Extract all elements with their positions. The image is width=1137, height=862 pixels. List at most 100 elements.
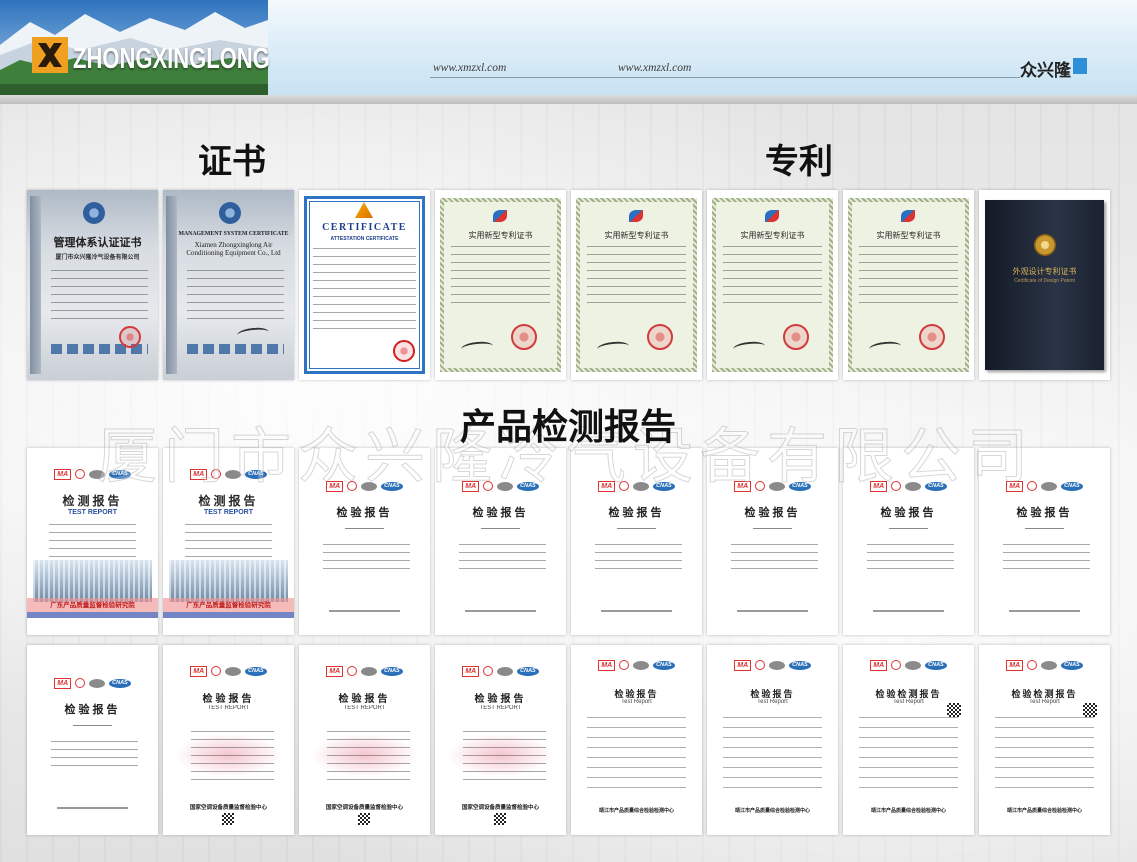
ilac-oval-icon [361,666,378,676]
certificate-row: 管理体系认证证书 厦门市众兴隆冷气设备有限公司 MANAGEMENT SYSTEM … [27,190,1110,380]
red-seal-icon [783,324,809,350]
report-test-card: MA CNAS 检验报告 TEST REPORT 国家空调设备质量监督检验中心 [163,645,294,835]
red-seal-icon [919,324,945,350]
card-title: 外观设计专利证书 [1012,267,1077,276]
card-org: 广东产品质量监督检验研究院 [27,598,158,618]
certification-ring-icon [619,660,630,670]
header-divider [430,77,1020,78]
report-number-line [345,528,384,529]
report-number-line [617,528,656,529]
section-title-certificates: 证书 [198,142,266,182]
website-url: www.xmzxl.com [433,62,507,74]
card-org: 靖江市产品质量综合检验检测中心 [734,808,810,814]
card-title: 检验报告 [608,506,665,519]
report-number-line [753,528,792,529]
report-jj-card: MA CNAS 检验报告 Test Report 靖江市产品质量综合检验检测中心 [571,645,702,835]
card-org: 国家空调设备质量监督检验中心 [461,805,539,811]
card-org: 靖江市产品质量综合检验检测中心 [598,808,674,814]
section-title-test-reports: 产品检测报告 [460,406,677,448]
red-seal-icon [647,324,673,350]
cnas-mark: CNAS [109,678,131,688]
card-title: 实用新型专利证书 [604,231,669,240]
cnas-mark: CNAS [381,666,403,676]
ma-mark: MA [734,659,752,671]
accreditation-logo-strip [187,344,284,354]
ma-mark: MA [190,665,208,677]
card-title: 检验报告 [472,506,529,519]
card-title: CERTIFICATE [322,222,407,233]
card-subtitle: Test Report [1029,699,1060,705]
text-lines [451,246,550,310]
footer-line [601,610,672,612]
accreditation-logos: MA CNAS [851,659,966,671]
text-lines [185,524,272,558]
ce-card: CERTIFICATE ATTESTATION CERTIFICATE [299,190,430,380]
text-lines [859,717,958,797]
patent-office-logo-icon [901,210,915,222]
text-lines [587,717,686,797]
text-lines [859,246,958,310]
text-lines [595,544,682,574]
qr-code-icon [494,813,506,825]
card-org: 靖江市产品质量综合检验检测中心 [870,808,946,814]
certification-ring-icon [75,678,86,688]
text-lines [323,544,410,574]
patent-office-logo-icon [493,210,507,222]
card-org: 靖江市产品质量综合检验检测中心 [1006,808,1082,814]
accreditation-logos: MA CNAS [171,665,286,677]
footer-line [329,610,400,612]
certification-ring-icon [891,660,902,670]
ilac-oval-icon [1041,660,1058,670]
report-jc-card: MA CNAS 检验检测报告 Test Report 靖江市产品质量综合检验检测中心 [979,645,1110,835]
ma-mark: MA [54,468,72,480]
patent-card: 实用新型专利证书 [707,190,838,380]
red-seal-icon [119,326,141,348]
red-seal-icon [393,340,415,362]
report-cnas-card: MA CNAS 检验报告 [27,645,158,835]
card-subtitle: Test Report [621,699,652,705]
design-book-card: 外观设计专利证书 Certificate of Design Patent [979,190,1110,380]
footer-line [737,610,808,612]
text-lines [995,717,1094,797]
cnas-mark: CNAS [925,660,947,670]
text-lines [587,246,686,310]
card-title: 检验报告 [64,703,121,716]
certification-ring-icon [75,469,86,479]
card-title: 检验报告 [338,694,391,705]
card-company: 厦门市众兴隆冷气设备有限公司 [55,254,140,261]
accreditation-logos: MA CNAS [35,677,150,689]
card-subtitle: TEST REPORT [67,509,117,516]
card-company: Xiamen Zhongxinglong Air Conditioning Eq… [186,241,281,257]
ma-mark: MA [326,665,344,677]
ma-mark: MA [462,665,480,677]
report-number-line [1025,528,1064,529]
card-title: 检验报告 [474,694,527,705]
national-emblem-icon [1034,234,1056,256]
header-shadow-band [0,95,1137,104]
card-org: 国家空调设备质量监督检验中心 [189,805,267,811]
accreditation-logos: MA CNAS [579,659,694,671]
ma-mark: MA [870,659,888,671]
text-lines [1003,544,1090,574]
qr-code-icon [358,813,370,825]
text-lines [723,717,822,797]
text-lines [191,731,274,781]
ma-mark: MA [1006,659,1024,671]
card-subtitle: ATTESTATION CERTIFICATE [330,236,399,242]
card-org: 国家空调设备质量监督检验中心 [325,805,403,811]
website-url: www.xmzxl.com [618,62,692,74]
footer-line [1009,610,1080,612]
text-lines [463,731,546,781]
patent-office-logo-icon [765,210,779,222]
cnas-mark: CNAS [517,666,539,676]
report-test-card: MA CNAS 检验报告 TEST REPORT 国家空调设备质量监督检验中心 [299,645,430,835]
cert-badge-icon [219,202,241,224]
card-title: 检验报告 [202,694,255,705]
text-lines [867,544,954,574]
brand-square-icon [1073,58,1087,74]
card-title: 实用新型专利证书 [876,231,941,240]
report-number-line [889,528,928,529]
mgmt-cn-card: 管理体系认证证书 厦门市众兴隆冷气设备有限公司 [27,190,158,380]
signature [236,326,270,341]
text-lines [51,270,148,326]
